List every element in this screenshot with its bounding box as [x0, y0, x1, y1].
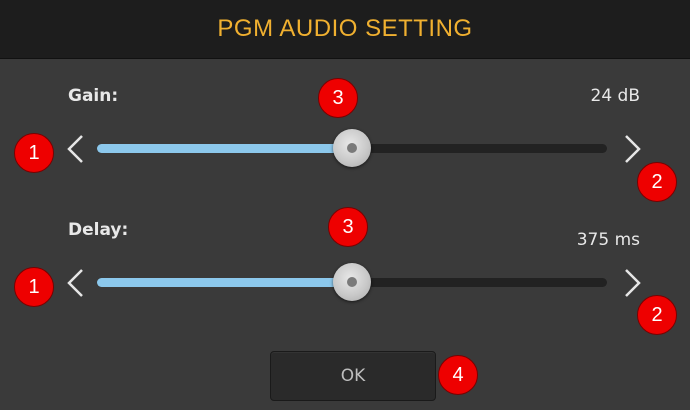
chevron-right-icon	[625, 135, 641, 163]
ok-button[interactable]: OK	[270, 351, 436, 401]
delay-decrease-button[interactable]	[62, 266, 88, 300]
dialog-title: PGM AUDIO SETTING	[217, 15, 473, 42]
delay-slider-fill	[97, 278, 352, 287]
gain-slider-fill	[97, 144, 352, 153]
gain-slider[interactable]	[97, 129, 607, 167]
annotation-badge: 2	[637, 162, 677, 202]
chevron-left-icon	[67, 269, 83, 297]
chevron-left-icon	[67, 135, 83, 163]
annotation-badge: 2	[637, 295, 677, 335]
gain-slider-thumb[interactable]	[333, 129, 371, 167]
annotation-badge: 3	[328, 207, 368, 247]
annotation-badge: 3	[318, 78, 358, 118]
annotation-badge: 4	[438, 355, 478, 395]
annotation-badge: 1	[14, 133, 54, 173]
delay-increase-button[interactable]	[620, 266, 646, 300]
gain-value: 24 dB	[590, 86, 641, 106]
gain-decrease-button[interactable]	[62, 132, 88, 166]
delay-slider[interactable]	[97, 263, 607, 301]
title-bar: PGM AUDIO SETTING	[0, 0, 690, 59]
delay-slider-thumb[interactable]	[333, 263, 371, 301]
delay-label: Delay:	[68, 220, 129, 240]
gain-increase-button[interactable]	[620, 132, 646, 166]
delay-value: 375 ms	[576, 230, 640, 250]
annotation-badge: 1	[14, 267, 54, 307]
chevron-right-icon	[625, 269, 641, 297]
gain-label: Gain:	[68, 86, 119, 106]
